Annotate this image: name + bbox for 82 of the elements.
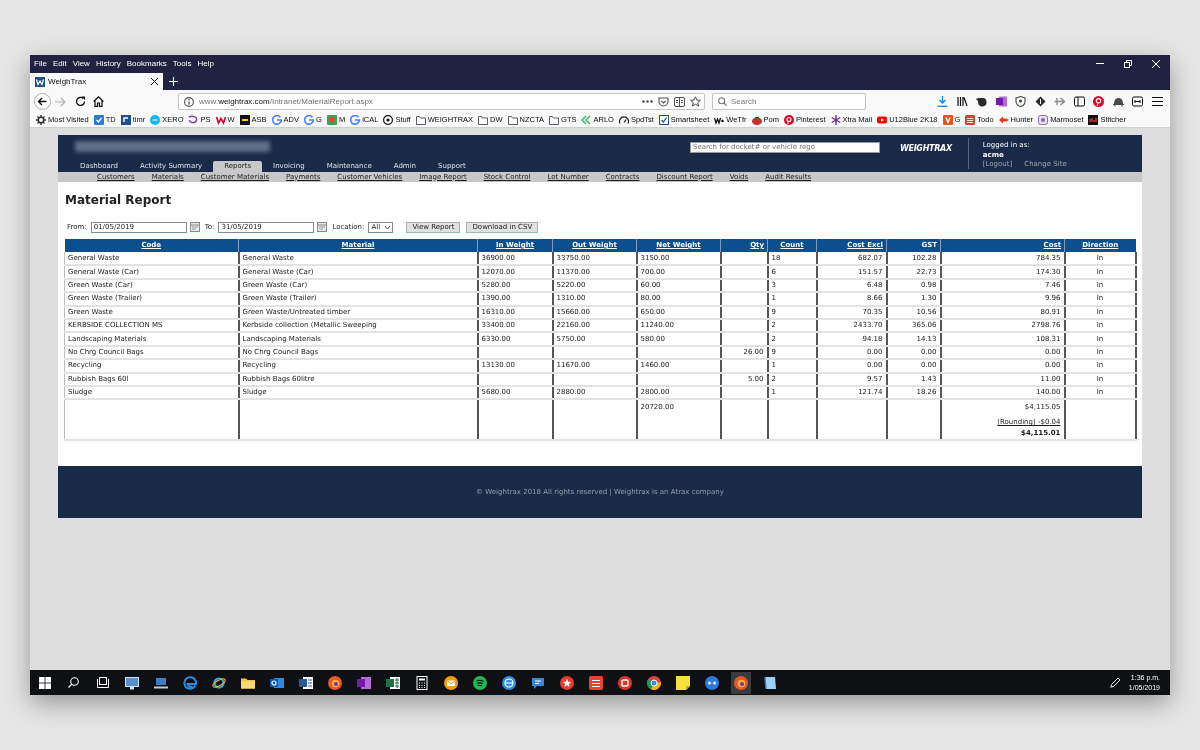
- reload-icon[interactable]: [75, 96, 86, 107]
- stop-icon[interactable]: [617, 675, 632, 690]
- menu-item[interactable]: Help: [194, 58, 217, 69]
- calculator-icon[interactable]: [414, 675, 429, 690]
- home-icon[interactable]: [93, 96, 104, 107]
- library-icon[interactable]: [956, 96, 968, 107]
- caret-icon: [385, 225, 391, 229]
- arrow-bar-icon[interactable]: [1054, 96, 1065, 107]
- gauge-icon: [618, 115, 629, 125]
- bars-tile-icon: [1088, 115, 1099, 125]
- calendar-icon[interactable]: [189, 222, 200, 232]
- more-icon[interactable]: [642, 100, 653, 103]
- menu-item[interactable]: History: [92, 58, 124, 69]
- start-icon[interactable]: [38, 676, 51, 689]
- browser-logo-icon[interactable]: [730, 671, 751, 694]
- task-view-icon[interactable]: [96, 677, 109, 688]
- calendar-icon[interactable]: [317, 222, 328, 232]
- pocket-icon[interactable]: [658, 96, 669, 107]
- asterisk-icon: [830, 115, 841, 125]
- pen-icon[interactable]: [1109, 677, 1121, 688]
- close-icon[interactable]: [151, 78, 158, 85]
- sticky-note-icon[interactable]: [675, 675, 690, 690]
- search-icon: [718, 97, 727, 106]
- download-icon[interactable]: [937, 96, 948, 107]
- star-badge-icon[interactable]: [559, 675, 574, 690]
- ring-badge-icon[interactable]: [501, 675, 516, 690]
- chat-icon[interactable]: [530, 675, 545, 690]
- tab-favicon-icon: [35, 76, 45, 87]
- back-icon[interactable]: [34, 93, 51, 110]
- monitor-icon[interactable]: [124, 675, 139, 690]
- notebook-tile-icon[interactable]: [356, 675, 371, 690]
- info-icon[interactable]: [184, 96, 194, 107]
- plus-icon[interactable]: [169, 77, 178, 86]
- zigzag-icon: [215, 115, 226, 125]
- swirl-icon: [188, 115, 199, 125]
- chevrons-icon: [581, 115, 592, 125]
- blob-icon[interactable]: [976, 96, 987, 107]
- sidebar-icon[interactable]: [1073, 96, 1085, 107]
- menu-item[interactable]: Edit: [49, 58, 70, 69]
- document-tile-icon[interactable]: [298, 675, 313, 690]
- page-title: Material Report: [65, 193, 173, 207]
- checklist-icon[interactable]: [588, 675, 603, 690]
- url-text: www.weightrax.com/Intranet/MaterialReport.aspx: [199, 96, 374, 107]
- map-tile-icon: [326, 115, 337, 125]
- ring-orbit-icon[interactable]: [211, 675, 226, 690]
- frame-icon[interactable]: [1132, 96, 1143, 107]
- site-logo: WEIGHTRAX: [900, 144, 952, 154]
- menu-item[interactable]: View: [69, 58, 93, 69]
- dots-badge-icon[interactable]: [704, 675, 719, 690]
- menu-icon[interactable]: [1151, 96, 1163, 107]
- browser-logo-icon[interactable]: [327, 675, 342, 690]
- wave-mark-icon: [714, 115, 725, 125]
- dome-icon[interactable]: [1112, 96, 1124, 107]
- pin-badge-icon[interactable]: [1093, 96, 1104, 107]
- browser-tab[interactable]: WeighTrax: [30, 73, 163, 90]
- square-tile-icon: [239, 115, 250, 125]
- reader-view-icon[interactable]: [674, 96, 685, 107]
- search-field[interactable]: Search: [712, 93, 866, 110]
- shield-icon[interactable]: [1015, 96, 1026, 107]
- arc-icon: [350, 115, 361, 125]
- arc-icon: [304, 115, 315, 125]
- restore-icon[interactable]: [1124, 59, 1132, 68]
- menu-item[interactable]: Bookmarks: [123, 58, 170, 69]
- tomato-icon: [751, 115, 762, 125]
- mail-tile-icon[interactable]: [269, 675, 284, 690]
- star-icon[interactable]: [690, 96, 701, 107]
- menu-item[interactable]: File: [31, 58, 50, 69]
- gear-icon: [36, 115, 46, 125]
- search-icon[interactable]: [68, 677, 79, 688]
- menu-item[interactable]: Tools: [169, 58, 195, 69]
- rounded-tile-icon: [1038, 115, 1049, 125]
- notebook-tile-icon[interactable]: [995, 96, 1007, 107]
- browser-logo-icon[interactable]: [646, 675, 661, 690]
- notebook-icon[interactable]: [762, 675, 777, 690]
- arrow-icon: [998, 115, 1009, 125]
- sound-waves-icon[interactable]: [472, 675, 487, 690]
- diamond-icon[interactable]: [1034, 96, 1046, 107]
- address-bar[interactable]: www.weightrax.com/Intranet/MaterialReport.aspx: [178, 93, 705, 110]
- laptop-icon[interactable]: [153, 675, 168, 690]
- envelope-icon[interactable]: [443, 675, 458, 690]
- arc-icon: [271, 115, 282, 125]
- spreadsheet-tile-icon[interactable]: [385, 675, 400, 690]
